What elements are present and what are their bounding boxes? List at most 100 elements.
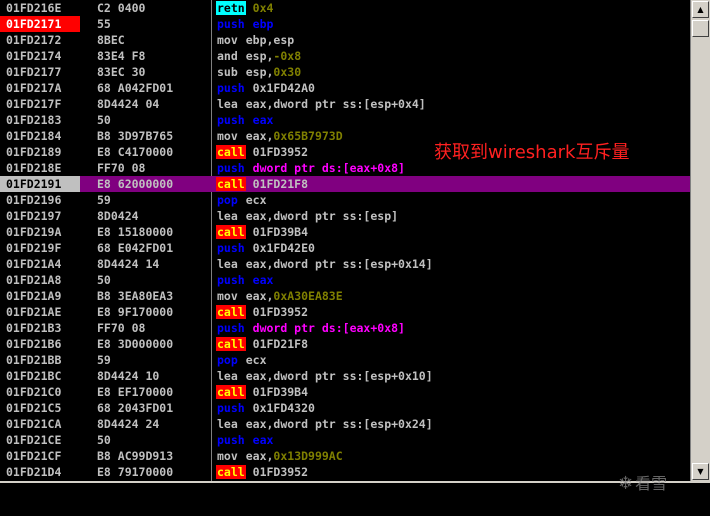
row-hex-bytes: E8 15180000 [97,225,174,239]
disasm-row[interactable]: 01FD2196 59 pop ecx [0,192,690,208]
row-instruction: push eax [216,112,273,128]
disassembly-pane[interactable]: 01FD216E C2 0400 retn 0x4 01FD2171 55 push eb… [0,0,690,481]
row-address: 01FD21CE [6,433,62,447]
disasm-row[interactable]: 01FD21A8 50 push eax [0,272,690,288]
row-hex-bytes: E8 9F170000 [97,305,174,319]
disasm-row[interactable]: 01FD217F 8D4424 04 lea eax,dword ptr ss:[e… [0,96,690,112]
disasm-row[interactable]: 01FD21D4 E8 79170000 call 01FD3952 [0,464,690,480]
disasm-row[interactable]: 01FD2183 50 push eax [0,112,690,128]
info-pane[interactable] [0,481,710,516]
row-operand: esp, [245,65,274,79]
scroll-down-button[interactable]: ▼ [692,463,709,480]
row-address: 01FD21D4 [6,465,62,479]
row-hex-bytes: 8D4424 14 [97,257,160,271]
row-mnemonic: call [216,465,246,479]
row-instruction: push 0x1FD42A0 [216,80,315,96]
row-hex-bytes: 83E4 F8 [97,49,146,63]
disasm-row[interactable]: 01FD21B6 E8 3D000000 call 01FD21F8 [0,336,690,352]
row-operand: 01FD3952 [252,145,309,159]
disasm-row[interactable]: 01FD219F 68 E042FD01 push 0x1FD42E0 [0,240,690,256]
row-instruction: push ebp [216,16,273,32]
row-address: 01FD21B3 [6,321,62,335]
disasm-row[interactable]: 01FD21CF B8 AC99D913 mov eax,0x13D999AC [0,448,690,464]
row-hex-bytes: 50 [97,113,111,127]
row-hex-bytes: 8D0424 [97,209,139,223]
row-mnemonic: push [217,401,245,415]
row-hex-bytes: FF70 08 [97,161,146,175]
row-operand: eax,dword ptr ss:[esp+0x4] [245,97,426,111]
row-mnemonic: call [216,337,246,351]
row-instruction: push 0x1FD42E0 [216,240,315,256]
row-hex-bytes: 8D4424 24 [97,417,160,431]
row-address: 01FD2171 [0,16,80,32]
scroll-up-button[interactable]: ▲ [692,1,709,18]
row-instruction: mov eax,0x65B7973D [216,128,343,144]
disasm-row[interactable]: 01FD21C5 68 2043FD01 push 0x1FD4320 [0,400,690,416]
row-instruction: call 01FD3952 [216,304,308,320]
row-instruction: push eax [216,432,273,448]
row-mnemonic: retn [216,1,246,15]
row-operand: eax [252,273,274,287]
disasm-row[interactable]: 01FD21B3 FF70 08 push dword ptr ds:[eax+0x… [0,320,690,336]
disasm-row[interactable]: 01FD217A 68 A042FD01 push 0x1FD42A0 [0,80,690,96]
row-instruction: lea eax,dword ptr ss:[esp+0x14] [216,256,433,272]
disasm-row[interactable]: 01FD21AE E8 9F170000 call 01FD3952 [0,304,690,320]
arrow-down-icon: ▼ [697,467,704,476]
row-operand: eax,dword ptr ss:[esp] [245,209,399,223]
row-address: 01FD219A [6,225,62,239]
row-operand: dword ptr ds:[eax+0x8] [252,321,405,335]
row-mnemonic: push [217,241,245,255]
disasm-row[interactable]: 01FD2191 E8 62000000 call 01FD21F8 [0,176,690,192]
scroll-thumb[interactable] [692,20,709,37]
row-operand: eax, [245,129,274,143]
row-address: 01FD21B6 [6,337,62,351]
row-instruction: mov eax,0xA30EA83E [216,288,343,304]
row-instruction: call 01FD3952 [216,464,308,480]
disasm-row[interactable]: 01FD21C0 E8 EF170000 call 01FD39B4 [0,384,690,400]
row-instruction: mov eax,0x13D999AC [216,448,343,464]
row-address: 01FD2183 [6,113,62,127]
vertical-scrollbar[interactable]: ▲ ▼ [690,0,710,481]
row-operand: dword ptr ds:[eax+0x8] [252,161,405,175]
disasm-row[interactable]: 01FD2172 8BEC mov ebp,esp [0,32,690,48]
row-hex-bytes: 50 [97,433,111,447]
row-hex-bytes: E8 3D000000 [97,337,174,351]
row-hex-bytes: FF70 08 [97,321,146,335]
row-mnemonic: push [217,113,245,127]
row-instruction: pop ecx [216,352,267,368]
row-hex-bytes: B8 AC99D913 [97,449,174,463]
row-address: 01FD21CA [6,417,62,431]
row-address: 01FD2191 [0,176,80,192]
watermark-text: 看雪 [635,474,668,493]
disasm-row[interactable]: 01FD2197 8D0424 lea eax,dword ptr ss:[esp] [0,208,690,224]
row-instruction: and esp,-0x8 [216,48,301,64]
disasm-row[interactable]: 01FD21A4 8D4424 14 lea eax,dword ptr ss:[e… [0,256,690,272]
disasm-row[interactable]: 01FD21A9 B8 3EA80EA3 mov eax,0xA30EA83E [0,288,690,304]
row-mnemonic: call [216,145,246,159]
disasm-row[interactable]: 01FD21BB 59 pop ecx [0,352,690,368]
disasm-row[interactable]: 01FD21CE 50 push eax [0,432,690,448]
disasm-row[interactable]: 01FD216E C2 0400 retn 0x4 [0,0,690,16]
row-mnemonic: call [216,177,246,191]
row-address: 01FD2196 [6,193,62,207]
row-operand: 01FD39B4 [252,225,309,239]
row-operand: eax,dword ptr ss:[esp+0x14] [245,257,433,271]
disasm-row[interactable]: 01FD219A E8 15180000 call 01FD39B4 [0,224,690,240]
row-mnemonic: mov [217,33,238,47]
row-operand: 01FD21F8 [252,337,309,351]
row-mnemonic: call [216,305,246,319]
disasm-row[interactable]: 01FD2177 83EC 30 sub esp,0x30 [0,64,690,80]
row-address: 01FD21A9 [6,289,62,303]
row-hex-bytes: E8 62000000 [97,177,174,191]
disasm-row[interactable]: 01FD21BC 8D4424 10 lea eax,dword ptr ss:[e… [0,368,690,384]
disasm-row[interactable]: 01FD2171 55 push ebp [0,16,690,32]
row-mnemonic: and [217,49,238,63]
row-operand: ecx [245,193,267,207]
row-operand: 0x13D999AC [273,449,343,463]
disasm-row[interactable]: 01FD21CA 8D4424 24 lea eax,dword ptr ss:[e… [0,416,690,432]
row-instruction: push eax [216,272,273,288]
row-instruction: mov ebp,esp [216,32,294,48]
row-operand: 0x1FD42E0 [252,241,315,255]
row-operand: 0x1FD4320 [252,401,315,415]
disasm-row[interactable]: 01FD2174 83E4 F8 and esp,-0x8 [0,48,690,64]
